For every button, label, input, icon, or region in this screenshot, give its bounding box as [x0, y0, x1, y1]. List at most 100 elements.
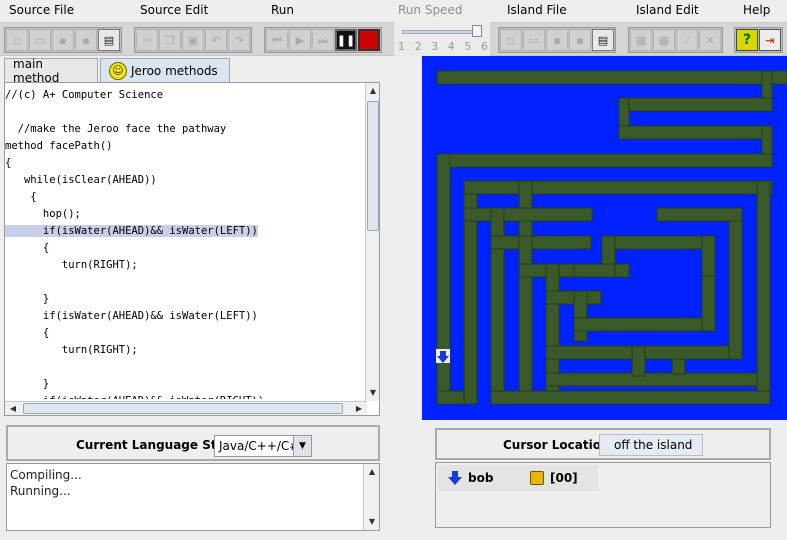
land-tile: [490, 390, 771, 405]
flower-icon: [530, 471, 544, 485]
code-line[interactable]: method facePath(): [5, 138, 365, 155]
code-line-text: }: [5, 293, 50, 305]
land-tile: [701, 275, 716, 332]
code-line[interactable]: while(isClear(AHEAD)): [5, 172, 365, 189]
tab-jeroo-methods[interactable]: ☺ Jeroo methods: [100, 58, 230, 82]
code-text[interactable]: //(c) A+ Computer Science //make the Jer…: [5, 87, 365, 399]
grid-icon[interactable]: ▦: [653, 29, 675, 51]
toolbar-run-group: ⏮ ▶ ⏭ ❚❚: [264, 27, 382, 53]
code-line[interactable]: }: [5, 376, 365, 393]
cut-icon[interactable]: ✂: [136, 29, 158, 51]
code-line[interactable]: if(isWater(AHEAD)&& isWater(LEFT)): [5, 308, 365, 325]
code-line[interactable]: hop();: [5, 206, 365, 223]
island-clear-icon[interactable]: ▦: [630, 29, 652, 51]
code-line-text: {: [5, 327, 50, 339]
code-line[interactable]: [5, 359, 365, 376]
speed-knob[interactable]: [472, 25, 482, 37]
land-tile: [618, 125, 773, 140]
code-line[interactable]: //make the Jeroo face the pathway: [5, 121, 365, 138]
code-vertical-scrollbar[interactable]: ▲ ▼: [365, 83, 379, 401]
code-line[interactable]: [5, 104, 365, 121]
menu-island-file[interactable]: Island File: [507, 3, 567, 17]
code-line[interactable]: turn(RIGHT);: [5, 257, 365, 274]
code-line[interactable]: {: [5, 325, 365, 342]
console-output[interactable]: Compiling... Running... ▲ ▼: [6, 463, 380, 531]
code-line-text: //make the Jeroo face the pathway: [5, 123, 227, 135]
redo-icon[interactable]: ↷: [228, 29, 250, 51]
code-line[interactable]: //(c) A+ Computer Science: [5, 87, 365, 104]
new-file-icon[interactable]: ▫: [6, 29, 28, 51]
scroll-down-icon[interactable]: ▼: [367, 387, 379, 399]
island-map[interactable]: [422, 56, 787, 420]
menu-run-speed[interactable]: Run Speed: [398, 3, 462, 17]
chevron-down-icon[interactable]: ▼: [293, 436, 311, 456]
code-horizontal-scrollbar[interactable]: ◀ ▶: [5, 401, 367, 415]
code-line[interactable]: {: [5, 240, 365, 257]
pause-icon[interactable]: ❚❚: [335, 29, 357, 51]
code-line-text: method facePath(): [5, 140, 113, 152]
code-line-text: if(isWater(AHEAD)&& isWater(RIGHT)): [5, 395, 264, 399]
print-icon[interactable]: ▤: [98, 29, 120, 51]
code-line[interactable]: if(isWater(AHEAD)&& isWater(RIGHT)): [5, 393, 365, 399]
code-line[interactable]: if(isWater(AHEAD)&& isWater(LEFT)): [5, 223, 365, 240]
console-vertical-scrollbar[interactable]: ▲ ▼: [363, 464, 379, 530]
speed-track[interactable]: [402, 30, 482, 34]
land-tile: [728, 207, 743, 360]
land-tile: [545, 372, 771, 387]
toolbar-island-edit-group: ▦ ▦ ⁄ ✕: [628, 27, 723, 53]
scroll-up-icon[interactable]: ▲: [367, 85, 379, 97]
step-icon[interactable]: ▶: [289, 29, 311, 51]
land-tile: [573, 317, 715, 332]
run-icon[interactable]: ⏭: [312, 29, 334, 51]
code-line-text: {: [5, 242, 50, 254]
code-editor[interactable]: //(c) A+ Computer Science //make the Jer…: [4, 82, 380, 416]
save-as-icon[interactable]: ▪: [75, 29, 97, 51]
scroll-up-icon[interactable]: ▲: [366, 466, 378, 478]
land-tile: [463, 180, 773, 195]
code-horizontal-scroll-thumb[interactable]: [23, 403, 343, 414]
island-save-icon[interactable]: ▪: [546, 29, 568, 51]
undo-icon[interactable]: ↶: [205, 29, 227, 51]
code-line[interactable]: }: [5, 291, 365, 308]
island-open-icon[interactable]: ▭: [523, 29, 545, 51]
editor-tabs: main method ☺ Jeroo methods: [4, 57, 384, 85]
menu-help[interactable]: Help: [743, 3, 770, 17]
island-new-icon[interactable]: ▫: [500, 29, 522, 51]
code-line[interactable]: {: [5, 155, 365, 172]
run-speed-slider[interactable]: 1 2 3 4 5 6: [394, 22, 490, 56]
tab-main-method[interactable]: main method: [4, 57, 98, 85]
menu-source-edit[interactable]: Source Edit: [140, 3, 208, 17]
paste-icon[interactable]: ▣: [182, 29, 204, 51]
stop-icon[interactable]: [358, 29, 380, 51]
help-icon[interactable]: ?: [736, 29, 758, 51]
scroll-left-icon[interactable]: ◀: [7, 403, 19, 415]
code-line[interactable]: {: [5, 189, 365, 206]
jeroo-name: bob: [468, 471, 494, 485]
speed-label: 4: [447, 40, 455, 53]
island-print-icon[interactable]: ▤: [592, 29, 614, 51]
island-save-as-icon[interactable]: ▪: [569, 29, 591, 51]
reset-icon[interactable]: ⏮: [266, 29, 288, 51]
close-icon[interactable]: ✕: [699, 29, 721, 51]
language-style-label: Current Language Style: [76, 438, 237, 452]
menu-source-file[interactable]: Source File: [9, 3, 74, 17]
island-grid[interactable]: [422, 56, 787, 420]
wand-icon[interactable]: ⁄: [676, 29, 698, 51]
land-tile: [656, 207, 743, 222]
save-icon[interactable]: ▪: [52, 29, 74, 51]
code-line-text: hop();: [5, 208, 81, 220]
code-line[interactable]: [5, 274, 365, 291]
copy-icon[interactable]: ❐: [159, 29, 181, 51]
code-line-text: {: [5, 157, 12, 169]
scroll-down-icon[interactable]: ▼: [366, 516, 378, 528]
menu-run[interactable]: Run: [271, 3, 294, 17]
code-vertical-scroll-thumb[interactable]: [367, 101, 379, 231]
flower-count: [00]: [550, 471, 578, 485]
code-line[interactable]: turn(RIGHT);: [5, 342, 365, 359]
open-icon[interactable]: ▭: [29, 29, 51, 51]
language-style-select[interactable]: Java/C++/C# ▼: [214, 435, 312, 457]
exit-icon[interactable]: ⇥: [759, 29, 781, 51]
speed-label: 2: [414, 40, 422, 53]
menu-island-edit[interactable]: Island Edit: [636, 3, 699, 17]
scroll-right-icon[interactable]: ▶: [353, 403, 365, 415]
